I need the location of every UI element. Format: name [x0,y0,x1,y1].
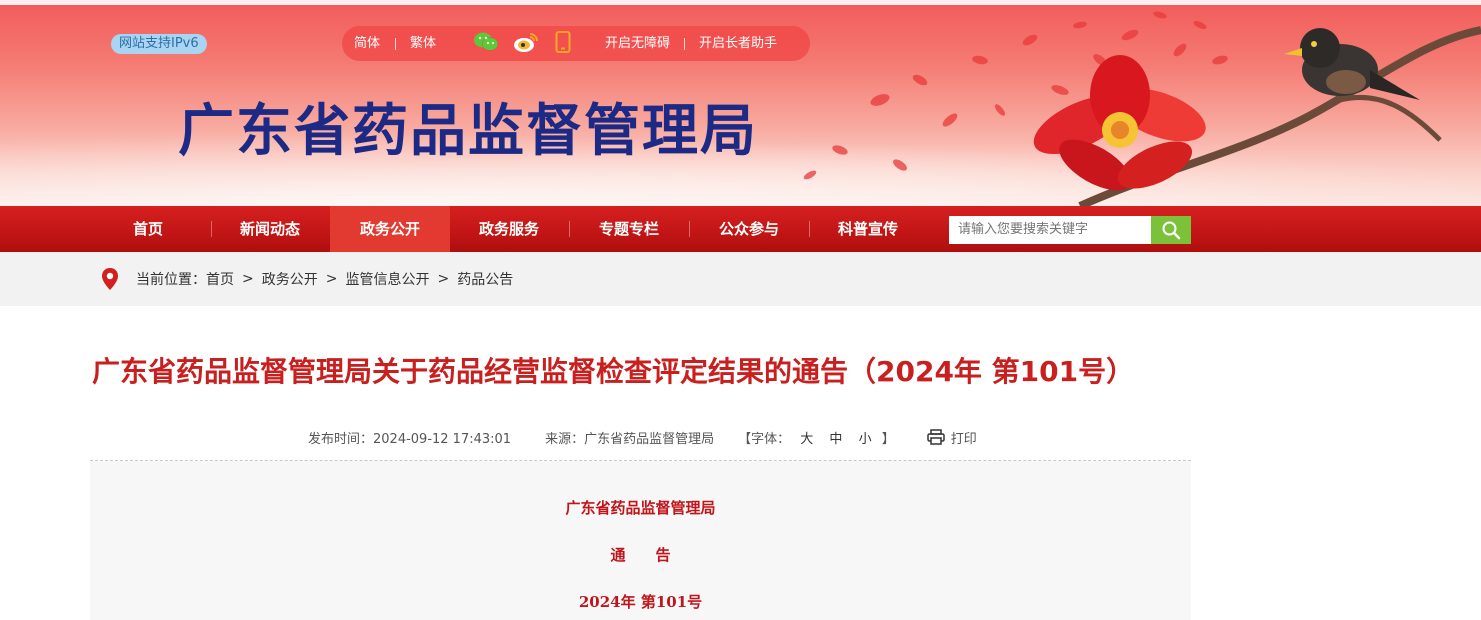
search-input[interactable] [949,216,1151,244]
wechat-icon[interactable] [473,31,499,57]
search-button[interactable] [1151,216,1191,244]
font-size-label-close: 】 [881,431,895,447]
nav-item-news[interactable]: 新闻动态 [211,206,329,252]
nav-item-government-services[interactable]: 政务服务 [450,206,568,252]
nav-item-home[interactable]: 首页 [88,206,208,252]
traditional-chinese-link[interactable]: 繁体 [410,26,436,61]
ipv6-badge: 网站支持IPv6 [111,34,207,54]
breadcrumb-link-regulatory-info[interactable]: 监管信息公开 [345,269,429,289]
breadcrumb-separator: > [242,271,254,287]
weibo-icon[interactable] [513,31,539,57]
printer-icon [926,429,945,445]
breadcrumb-prefix: 当前位置： [136,272,206,288]
print-button[interactable]: 打印 [926,428,977,447]
nav-item-government-affairs[interactable]: 政务公开 [330,206,450,252]
article-body: 广东省药品监督管理局 通 告 2024年 第101号 [90,461,1191,620]
nav-item-special-topics[interactable]: 专题专栏 [569,206,689,252]
toolbar-divider [684,37,686,50]
breadcrumb-bar: 当前位置： 首页 > 政务公开 > 监管信息公开 > 药品公告 [0,252,1481,306]
banner-flower-bird-illustration [803,11,1481,206]
body-document-number: 2024年 第101号 [578,593,703,611]
site-banner: 网站支持IPv6 简体 繁体 开启无障碍 开启长者助手 广东省药品监督管理局 [0,0,1481,206]
font-size-switcher: 【字体： 大 中 小 】 [738,428,895,447]
font-size-medium-link[interactable]: 中 [829,432,842,447]
font-size-large-link[interactable]: 大 [800,432,813,447]
breadcrumb-separator: > [437,271,450,287]
font-size-small-link[interactable]: 小 [859,432,872,447]
main-nav: 首页 新闻动态 政务公开 政务服务 专题专栏 公众参与 科普宣传 [0,206,1481,252]
search-icon [1162,221,1181,240]
publish-time: 发布时间：2024-09-12 17:43:01 [308,431,512,447]
article-meta: 发布时间：2024-09-12 17:43:01 来源：广东省药品监督管理局 【… [308,426,977,448]
nav-item-public-participation[interactable]: 公众参与 [689,206,809,252]
location-pin-icon [102,268,118,290]
elder-mode-link[interactable]: 开启长者助手 [699,26,777,61]
site-title[interactable]: 广东省药品监督管理局 [178,96,758,166]
top-toolbar: 简体 繁体 开启无障碍 开启长者助手 [342,26,810,61]
breadcrumb-separator: > [325,271,338,287]
simplified-chinese-link[interactable]: 简体 [354,26,380,61]
body-issuer-line: 广东省药品监督管理局 [565,499,716,517]
print-label: 打印 [950,431,977,447]
accessibility-mode-link[interactable]: 开启无障碍 [605,26,670,61]
font-size-label-open: 【字体： [738,431,791,447]
mobile-icon[interactable] [555,30,571,57]
body-notice-heading: 通 告 [610,546,671,564]
article-title: 广东省药品监督管理局关于药品经营监督检查评定结果的通告（2024年 第101号） [92,355,1135,388]
toolbar-divider [395,37,397,50]
breadcrumb: 当前位置： 首页 > 政务公开 > 监管信息公开 > 药品公告 [100,252,513,306]
breadcrumb-link-home[interactable]: 首页 [206,269,234,289]
nav-item-science-popularization[interactable]: 科普宣传 [809,206,927,252]
article-source: 来源：广东省药品监督管理局 [545,431,715,447]
site-search [949,216,1191,244]
breadcrumb-link-government-affairs[interactable]: 政务公开 [262,269,318,289]
breadcrumb-link-drug-announcements[interactable]: 药品公告 [457,269,513,289]
